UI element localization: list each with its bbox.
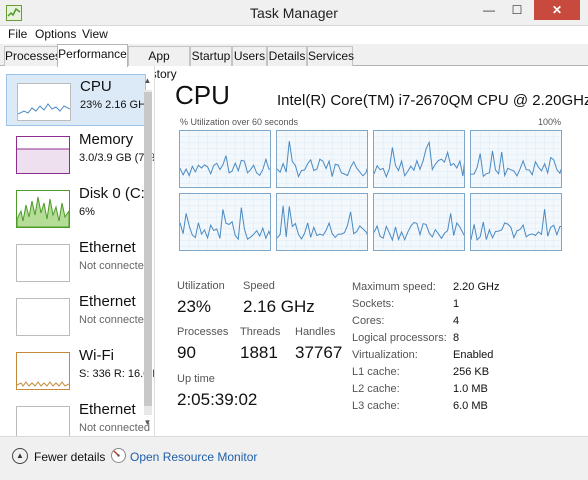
processes-value: 90: [177, 343, 196, 362]
cpu-core-graph: [470, 193, 562, 251]
cpu-core-graph: [373, 130, 465, 188]
spec-value: Enabled: [453, 349, 494, 361]
spec-value: 1: [453, 298, 460, 310]
cpu-thumbnail: [17, 83, 71, 121]
threads-label: Threads: [240, 326, 281, 338]
utilization-value: 23%: [177, 297, 212, 316]
spec-label: Maximum speed:: [352, 281, 436, 293]
sidebar-item-ethernet-1[interactable]: Ethernet Not connected: [6, 236, 150, 288]
sidebar-item-cpu[interactable]: CPU 23% 2.16 GHz: [6, 74, 152, 126]
scroll-up-icon[interactable]: ▲: [141, 76, 154, 88]
ethernet-thumbnail: [16, 298, 70, 336]
menu-options[interactable]: Options: [35, 27, 76, 41]
sidebar-item-ethernet-2[interactable]: Ethernet Not connected: [6, 290, 150, 342]
spec-label: Virtualization:: [352, 349, 418, 361]
graph-caption: % Utilization over 60 seconds: [180, 117, 299, 127]
spec-value: 2.20 GHz: [453, 281, 500, 293]
tab-users[interactable]: Users: [232, 46, 267, 66]
spec-value: 8: [453, 332, 460, 344]
menu-view[interactable]: View: [82, 27, 108, 41]
minimize-button[interactable]: —: [476, 0, 502, 20]
processes-label: Processes: [177, 326, 229, 338]
cpu-core-graph: [373, 193, 465, 251]
tab-startup[interactable]: Startup: [190, 46, 232, 66]
resource-list: CPU 23% 2.16 GHz Memory 3.0/3.9 GB (77%)…: [0, 66, 155, 436]
sidebar-item-wifi[interactable]: Wi-Fi S: 336 R: 16.0 Kbps: [6, 344, 154, 396]
scroll-thumb[interactable]: [144, 92, 152, 406]
sidebar-item-detail: Not connected: [79, 314, 150, 326]
sidebar-item-detail: 6%: [79, 206, 95, 218]
sidebar-item-label: Ethernet: [79, 239, 136, 256]
handles-value: 37767: [295, 343, 343, 362]
scroll-down-icon[interactable]: ▼: [141, 418, 154, 430]
sidebar-item-label: Memory: [79, 131, 134, 148]
sidebar-item-ethernet-3[interactable]: Ethernet Not connected: [6, 398, 150, 436]
sidebar-item-label: Ethernet: [79, 293, 136, 310]
handles-label: Handles: [295, 326, 336, 338]
cpu-core-graph: [179, 130, 271, 188]
memory-thumbnail: [16, 136, 70, 174]
spec-label: Cores:: [352, 315, 385, 327]
cpu-model: Intel(R) Core(TM) i7-2670QM CPU @ 2.20GH…: [277, 92, 588, 109]
cpu-core-graph: [276, 130, 368, 188]
tab-performance[interactable]: Performance: [57, 44, 128, 67]
resource-monitor-icon[interactable]: [111, 448, 126, 463]
cpu-core-graph: [276, 193, 368, 251]
sidebar-scrollbar[interactable]: ▲ ▼: [141, 76, 154, 432]
ethernet-thumbnail: [16, 406, 70, 436]
footer-bar: ▲ Fewer details Open Resource Monitor: [0, 436, 588, 480]
menu-bar: File Options View: [0, 26, 588, 44]
speed-value: 2.16 GHz: [243, 297, 315, 316]
fewer-details-button[interactable]: Fewer details: [34, 450, 105, 464]
spec-value: 256 KB: [453, 366, 490, 378]
spec-value: 6.0 MB: [453, 400, 488, 412]
spec-label: Sockets:: [352, 298, 395, 310]
disk-thumbnail: [16, 190, 70, 228]
uptime-label: Up time: [177, 373, 215, 385]
maximize-button[interactable]: ☐: [504, 0, 530, 20]
sidebar-item-label: Ethernet: [79, 401, 136, 418]
threads-value: 1881: [240, 343, 278, 362]
sidebar-item-memory[interactable]: Memory 3.0/3.9 GB (77%): [6, 128, 154, 180]
page-title: CPU: [175, 80, 230, 110]
sidebar-item-disk[interactable]: Disk 0 (C:) 6%: [6, 182, 150, 234]
spec-label: L1 cache:: [352, 366, 400, 378]
spec-value: 1.0 MB: [453, 383, 488, 395]
sidebar-item-label: Disk 0 (C:): [79, 185, 150, 202]
cpu-core-graph: [470, 130, 562, 188]
spec-label: Logical processors:: [352, 332, 447, 344]
ethernet-thumbnail: [16, 244, 70, 282]
utilization-label: Utilization: [177, 280, 225, 292]
tab-app-history[interactable]: App history: [128, 46, 190, 81]
sidebar-item-detail: Not connected: [79, 422, 150, 434]
open-resource-monitor-link[interactable]: Open Resource Monitor: [130, 450, 257, 464]
chevron-up-icon[interactable]: ▲: [12, 448, 28, 464]
tab-services[interactable]: Services: [307, 46, 354, 66]
cpu-core-graph: [179, 193, 271, 251]
speed-label: Speed: [243, 280, 275, 292]
sidebar-item-label: CPU: [80, 78, 112, 95]
title-bar: Task Manager — ☐ ✕: [0, 0, 588, 26]
tab-bar: Processes Performance App history Startu…: [0, 44, 588, 81]
close-button[interactable]: ✕: [534, 0, 580, 20]
spec-value: 4: [453, 315, 460, 327]
wifi-thumbnail: [16, 352, 70, 390]
graph-max-label: 100%: [538, 117, 562, 127]
menu-file[interactable]: File: [8, 27, 27, 41]
spec-label: L3 cache:: [352, 400, 400, 412]
tab-processes[interactable]: Processes: [4, 46, 61, 66]
tab-details[interactable]: Details: [267, 46, 307, 66]
uptime-value: 2:05:39:02: [177, 390, 258, 409]
spec-label: L2 cache:: [352, 383, 400, 395]
sidebar-item-detail: Not connected: [79, 260, 150, 272]
sidebar-item-label: Wi-Fi: [79, 347, 114, 364]
